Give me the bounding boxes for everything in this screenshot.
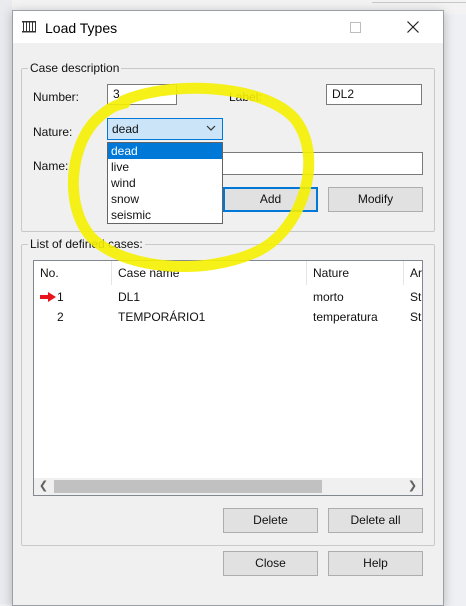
row-case-name: TEMPORÁRIO1 bbox=[118, 310, 206, 324]
help-button[interactable]: Help bbox=[328, 551, 423, 576]
case-description-title: Case description bbox=[28, 61, 122, 75]
scrollbar-thumb[interactable] bbox=[54, 480, 322, 493]
row-nature: morto bbox=[313, 290, 344, 304]
column-header-case-name[interactable]: Case name bbox=[112, 261, 307, 285]
name-field[interactable] bbox=[213, 152, 423, 175]
nature-option-dead[interactable]: dead bbox=[108, 143, 222, 159]
number-field[interactable]: 3 bbox=[107, 84, 177, 105]
nature-selected-value: dead bbox=[112, 122, 139, 136]
background-divider bbox=[372, 2, 466, 3]
minimize-button[interactable] bbox=[267, 11, 311, 43]
chevron-down-icon bbox=[206, 125, 216, 131]
close-window-button[interactable] bbox=[391, 11, 435, 43]
row-extra: St bbox=[410, 310, 422, 324]
table-row[interactable]: 1 DL1 morto St bbox=[34, 287, 422, 307]
defined-cases-list[interactable]: No. Case name Nature Ar 1 DL1 morto St 2… bbox=[33, 260, 423, 496]
nature-select[interactable]: dead bbox=[107, 118, 223, 140]
background-edge bbox=[0, 0, 12, 604]
label-label: Label: bbox=[229, 90, 262, 104]
maximize-button[interactable] bbox=[333, 11, 377, 43]
list-header: No. Case name Nature Ar bbox=[34, 261, 422, 285]
nature-option-live[interactable]: live bbox=[108, 159, 222, 175]
current-case-arrow-icon bbox=[40, 292, 56, 302]
minimize-icon bbox=[284, 26, 294, 28]
row-number: 2 bbox=[57, 310, 64, 324]
label-field[interactable]: DL2 bbox=[326, 84, 422, 105]
row-nature: temperatura bbox=[313, 310, 378, 324]
nature-label: Nature: bbox=[33, 125, 73, 139]
row-case-name: DL1 bbox=[118, 290, 141, 304]
maximize-icon bbox=[349, 21, 361, 33]
name-label: Name: bbox=[33, 159, 69, 173]
load-types-dialog: Load Types Case description Number: 3 La… bbox=[12, 10, 444, 606]
scroll-left-icon[interactable]: ❮ bbox=[35, 479, 52, 494]
window-title: Load Types bbox=[45, 20, 118, 36]
delete-button[interactable]: Delete bbox=[223, 508, 318, 533]
load-types-app-icon bbox=[22, 21, 36, 33]
number-label: Number: bbox=[33, 90, 80, 104]
nature-option-seismic[interactable]: seismic bbox=[108, 207, 222, 223]
scroll-right-icon[interactable]: ❯ bbox=[404, 479, 421, 494]
close-icon bbox=[407, 21, 419, 33]
column-header-extra[interactable]: Ar bbox=[404, 261, 422, 285]
nature-option-snow[interactable]: snow bbox=[108, 191, 222, 207]
table-row[interactable]: 2 TEMPORÁRIO1 temperatura St bbox=[34, 307, 422, 327]
close-button[interactable]: Close bbox=[223, 551, 318, 576]
nature-dropdown-list: dead live wind snow seismic bbox=[107, 142, 223, 224]
delete-all-button[interactable]: Delete all bbox=[328, 508, 423, 533]
row-extra: St bbox=[410, 290, 422, 304]
nature-option-wind[interactable]: wind bbox=[108, 175, 222, 191]
modify-button[interactable]: Modify bbox=[328, 187, 423, 212]
row-number: 1 bbox=[57, 290, 64, 304]
add-button[interactable]: Add bbox=[223, 187, 318, 212]
title-bar[interactable]: Load Types bbox=[13, 11, 443, 43]
defined-cases-title: List of defined cases: bbox=[28, 237, 145, 251]
column-header-nature[interactable]: Nature bbox=[307, 261, 404, 285]
column-header-no[interactable]: No. bbox=[34, 261, 112, 285]
horizontal-scrollbar[interactable]: ❮ ❯ bbox=[34, 478, 422, 495]
